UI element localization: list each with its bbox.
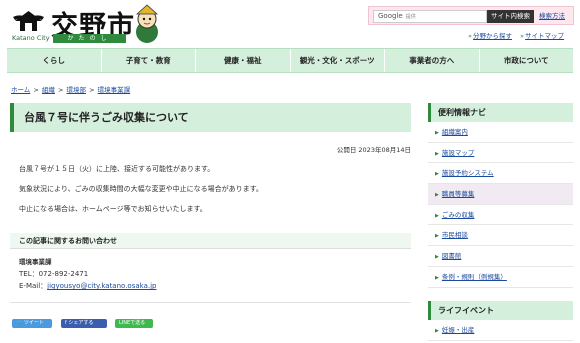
breadcrumb-separator: > [58, 86, 64, 94]
page-title: 台風７号に伴うごみ収集について [24, 111, 189, 124]
logo-english: Katano City [12, 34, 50, 42]
published-date: 公開日 2023年08月14日 [336, 146, 411, 154]
line-share-button[interactable]: LINEで送る [115, 319, 153, 328]
sitemap-link[interactable]: サイトマップ [525, 32, 564, 40]
sidebar-item-label[interactable]: 組織案内 [442, 128, 468, 136]
breadcrumb-environment-section[interactable]: 環境事業課 [98, 86, 131, 94]
nav-city-government[interactable]: 市政について [479, 49, 573, 72]
city-emblem-icon[interactable] [11, 9, 46, 35]
site-header: 交野市 Katano City かたのし Google 提供 サイト内検索 検索方… [0, 0, 580, 48]
google-label: Google [378, 12, 403, 20]
sidebar-item-label[interactable]: 条例・規則（例規集） [442, 273, 507, 281]
contact-department: 環境事業課 [19, 258, 52, 266]
triangle-right-icon: ▶ [435, 254, 439, 261]
sidebar-item-citizen-consultation[interactable]: ▶ 市民相談 [428, 225, 573, 247]
breadcrumb-organization[interactable]: 組織 [42, 86, 55, 94]
breadcrumb-separator: > [89, 86, 95, 94]
sidebar-life-events-list: ▶ 妊娠・出産 [428, 320, 573, 341]
facebook-share-button[interactable]: f シェアする [61, 319, 107, 328]
sidebar-nav-title: 便利情報ナビ [428, 103, 573, 122]
breadcrumb-environment-dept[interactable]: 環境部 [67, 86, 87, 94]
article-title-box: 台風７号に伴うごみ収集について [10, 103, 411, 132]
triangle-right-icon: ▶ [435, 171, 439, 178]
tweet-label: ツイート [23, 320, 44, 326]
nav-living[interactable]: くらし [7, 49, 102, 72]
sidebar-item-facility-reservation[interactable]: ▶ 施設予約システム [428, 163, 573, 185]
breadcrumb: ホーム > 組織 > 環境部 > 環境事業課 [10, 84, 131, 94]
article-paragraph: 中止になる場合は、ホームページ等でお知らせいたします。 [19, 205, 207, 213]
contact-email-row: E-Mail：jigyousyo@city.katano.osaka.jp [19, 280, 156, 292]
contact-tel: TEL：072-892-2471 [19, 270, 89, 278]
sidebar-item-organization[interactable]: ▶ 組織案内 [428, 122, 573, 143]
triangle-right-icon: ▶ [435, 150, 439, 157]
triangle-right-icon: ▶ [435, 233, 439, 240]
triangle-right-icon: ▶ [435, 192, 439, 199]
line-label: LINEで送る [119, 320, 146, 326]
logo-kana: かたのし [53, 34, 126, 43]
sidebar-item-pregnancy[interactable]: ▶ 妊娠・出産 [428, 320, 573, 341]
header-sub-links: »分野から探す »サイトマップ [468, 30, 564, 40]
search-input[interactable]: Google 提供 [373, 10, 487, 23]
browse-by-category-link[interactable]: 分野から探す [473, 32, 512, 40]
sidebar-item-library[interactable]: ▶ 図書館 [428, 246, 573, 267]
global-nav: くらし 子育て・教育 健康・福祉 観光・文化・スポーツ 事業者の方へ 市政につい… [7, 48, 573, 73]
breadcrumb-home[interactable]: ホーム [11, 86, 30, 94]
sidebar-life-events-title: ライフイベント [428, 301, 573, 320]
search-help-link[interactable]: 検索方法 [539, 10, 565, 23]
mascot-icon [135, 4, 159, 43]
article-paragraph: 台風７号が１５日（火）に上陸、接近する可能性があります。 [19, 165, 215, 173]
search-placeholder: 提供 [405, 14, 416, 20]
nav-childcare-education[interactable]: 子育て・教育 [101, 49, 196, 72]
sidebar-item-recruitment[interactable]: ▶ 職員等募集 [428, 184, 573, 205]
sidebar-nav-list: ▶ 組織案内 ▶ 施設マップ ▶ 施設予約システム ▶ 職員等募集 ▶ ごみの収集 ▶ 市民… [428, 122, 573, 288]
contact-email-link[interactable]: jigyousyo@city.katano.osaka.jp [47, 282, 156, 290]
search-button[interactable]: サイト内検索 [487, 10, 534, 23]
sidebar-item-label[interactable]: 施設マップ [442, 149, 475, 157]
sidebar-item-label[interactable]: 妊娠・出産 [442, 326, 475, 334]
sidebar-item-label[interactable]: 職員等募集 [442, 190, 475, 198]
sidebar-item-label[interactable]: 施設予約システム [442, 169, 494, 177]
divider [10, 302, 411, 303]
facebook-icon: f [65, 320, 67, 326]
tweet-button[interactable]: 🐦 ツイート [12, 319, 52, 328]
chevron-right-icon: » [520, 32, 525, 40]
triangle-right-icon: ▶ [435, 328, 439, 334]
sidebar-item-facility-map[interactable]: ▶ 施設マップ [428, 143, 573, 164]
triangle-right-icon: ▶ [435, 274, 439, 281]
nav-tourism-culture-sports[interactable]: 観光・文化・スポーツ [290, 49, 385, 72]
email-label: E-Mail： [19, 282, 48, 290]
site-search: Google 提供 サイト内検索 検索方法 [368, 6, 574, 25]
chevron-right-icon: » [468, 32, 472, 40]
sidebar-item-label[interactable]: 市民相談 [442, 231, 468, 239]
nav-health-welfare[interactable]: 健康・福祉 [196, 49, 291, 72]
triangle-right-icon: ▶ [435, 212, 439, 219]
twitter-icon: 🐦 [16, 320, 23, 326]
article-paragraph: 気象状況により、ごみの収集時間の大幅な変更や中止になる場合があります。 [19, 185, 263, 193]
contact-info: 環境事業課 TEL：072-892-2471 E-Mail：jigyousyo@… [19, 256, 156, 292]
sidebar-item-ordinances[interactable]: ▶ 条例・規則（例規集） [428, 267, 573, 288]
nav-business[interactable]: 事業者の方へ [385, 49, 480, 72]
sidebar-item-garbage-collection[interactable]: ▶ ごみの収集 [428, 205, 573, 226]
sidebar-item-label[interactable]: 図書館 [442, 252, 462, 260]
triangle-right-icon: ▶ [435, 130, 439, 136]
sidebar-item-label[interactable]: ごみの収集 [442, 211, 475, 219]
facebook-label: シェアする [68, 320, 94, 326]
contact-heading: この記事に関するお問い合わせ [10, 233, 411, 249]
breadcrumb-separator: > [33, 86, 39, 94]
